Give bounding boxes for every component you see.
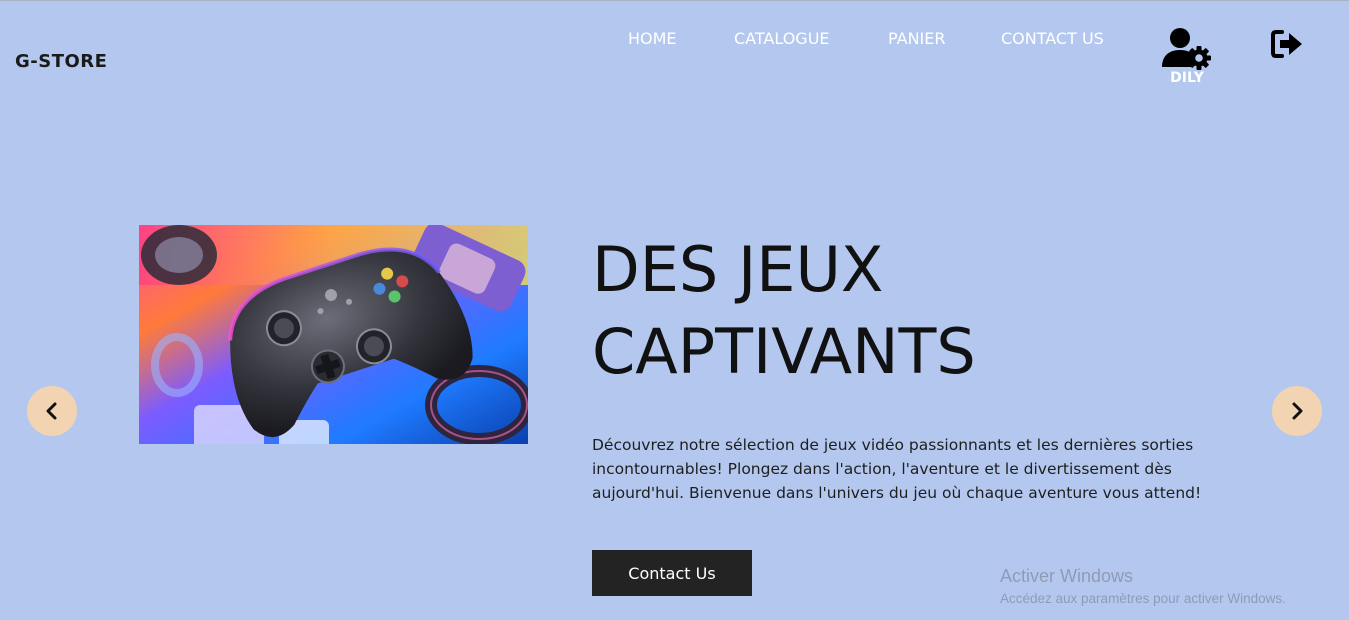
logout-icon: [1271, 30, 1302, 58]
carousel-next-button[interactable]: [1272, 386, 1322, 436]
watermark-subtitle: Accédez aux paramètres pour activer Wind…: [1000, 591, 1286, 606]
hero-headline: DES JEUX CAPTIVANTS: [592, 229, 1292, 393]
user-account-button[interactable]: DILY: [1160, 27, 1214, 89]
hero-headline-line-1: DES JEUX: [592, 233, 884, 306]
contact-us-button[interactable]: Contact Us: [592, 550, 752, 596]
hero-description: Découvrez notre sélection de jeux vidéo …: [592, 436, 1202, 502]
hero-controller-image: [139, 225, 528, 444]
carousel-prev-button[interactable]: [27, 386, 77, 436]
nav-catalogue[interactable]: CATALOGUE: [734, 29, 830, 48]
windows-activation-watermark: Activer Windows Accédez aux paramètres p…: [1000, 566, 1286, 606]
hero-headline-line-2: CAPTIVANTS: [592, 315, 976, 388]
chevron-left-icon: [46, 402, 57, 420]
nav-panier[interactable]: PANIER: [888, 29, 945, 48]
watermark-title: Activer Windows: [1000, 566, 1134, 586]
nav-home[interactable]: HOME: [628, 29, 677, 48]
brand-logo[interactable]: G-STORE: [15, 51, 107, 72]
chevron-right-icon: [1292, 402, 1303, 420]
user-settings-icon: [1162, 28, 1211, 70]
nav-contact-us[interactable]: CONTACT US: [1001, 29, 1104, 48]
user-name: DILY: [1170, 70, 1204, 86]
logout-button[interactable]: [1270, 29, 1306, 59]
